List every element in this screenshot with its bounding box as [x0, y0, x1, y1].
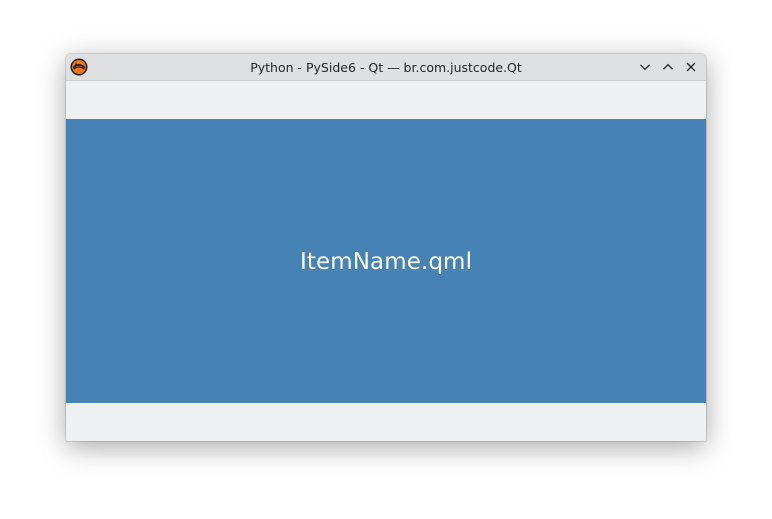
qml-content-rect: ItemName.qml: [66, 119, 706, 403]
title-bar[interactable]: Python - PySide6 - Qt — br.com.justcode.…: [66, 54, 706, 81]
app-window: Python - PySide6 - Qt — br.com.justcode.…: [66, 54, 706, 441]
window-title: Python - PySide6 - Qt — br.com.justcode.…: [250, 60, 522, 75]
top-margin-area: [66, 81, 706, 119]
bottom-margin-area: [66, 403, 706, 441]
chevron-up-icon: [663, 63, 673, 70]
minimize-button[interactable]: [635, 57, 655, 77]
close-icon: [686, 62, 696, 72]
chevron-down-icon: [640, 64, 650, 71]
content-label: ItemName.qml: [299, 249, 473, 275]
close-button[interactable]: [681, 57, 701, 77]
maximize-button[interactable]: [658, 57, 678, 77]
